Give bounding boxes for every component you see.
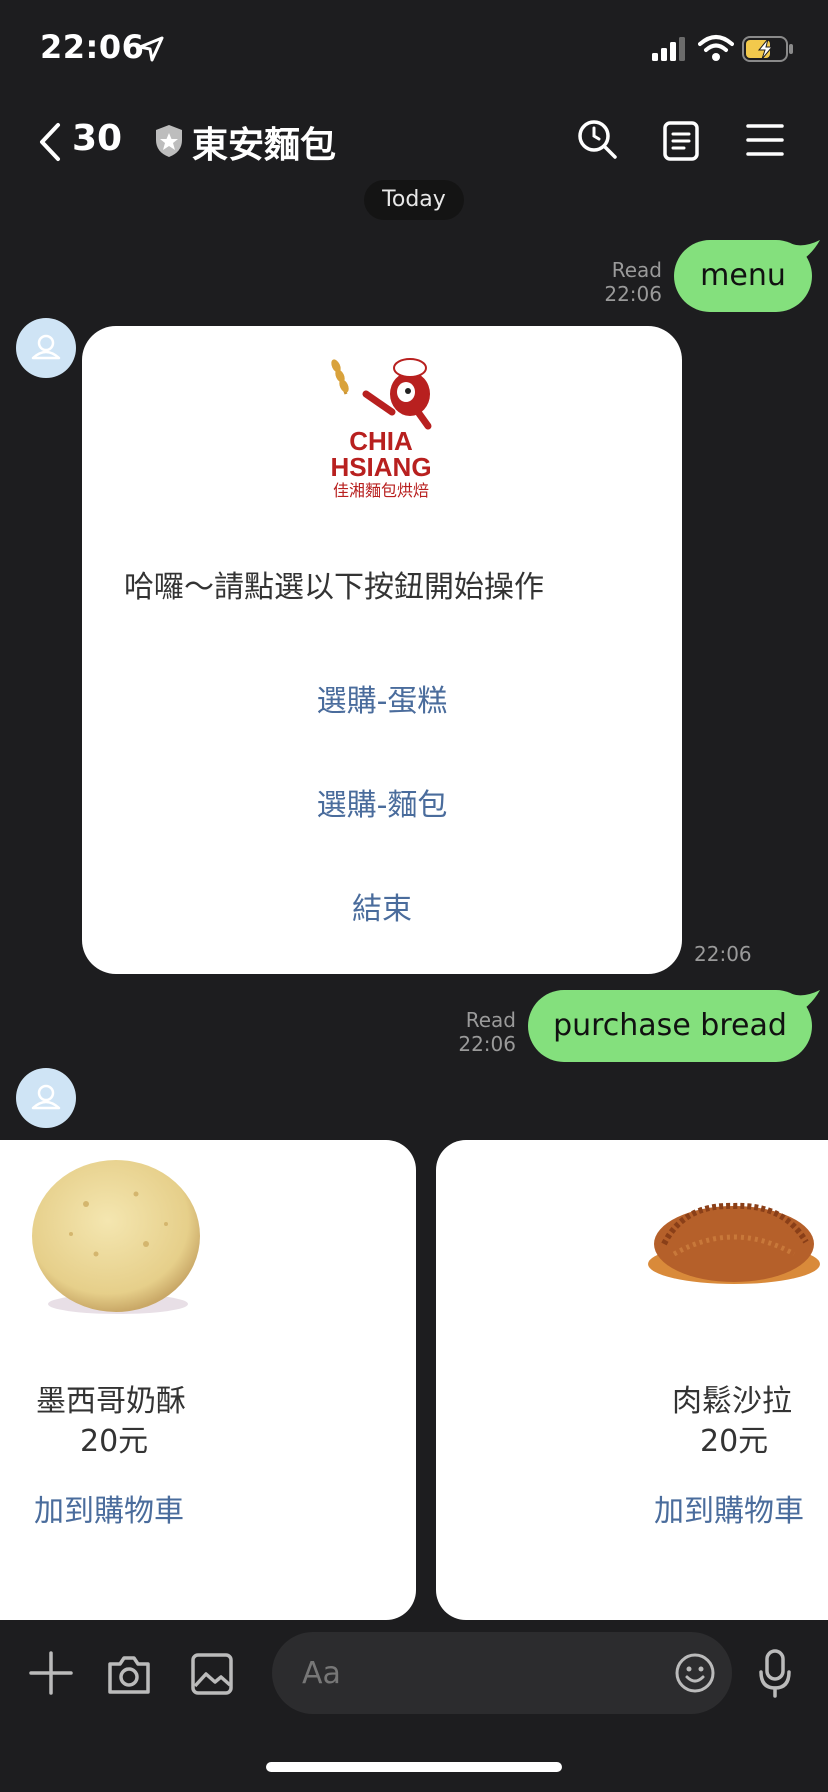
add-to-cart-button[interactable]: 加到購物車 — [34, 1486, 184, 1530]
menu-prompt: 哈囉～請點選以下按鈕開始操作 — [124, 570, 544, 605]
menu-card: CHIA HSIANG 佳湘麵包烘焙 哈囉～請點選以下按鈕開始操作 選購-蛋糕 … — [82, 326, 682, 974]
cellular-signal-icon — [652, 37, 685, 61]
hamburger-menu-icon[interactable] — [746, 122, 784, 158]
default-user-icon — [31, 1084, 61, 1110]
buy-cake-button[interactable]: 選購-蛋糕 — [82, 676, 682, 720]
bot-avatar[interactable] — [16, 318, 76, 378]
message-input[interactable] — [272, 1632, 732, 1714]
chat-title: 東安麵包 — [192, 125, 337, 166]
product-name: 墨西哥奶酥 — [36, 1384, 186, 1419]
image-icon[interactable] — [190, 1652, 234, 1696]
home-indicator[interactable] — [266, 1762, 562, 1772]
product-name: 肉鬆沙拉 — [672, 1384, 792, 1419]
message-text: purchase bread — [553, 1008, 787, 1043]
wifi-icon — [698, 35, 734, 61]
read-receipt: Read 22:06 — [454, 1008, 516, 1056]
product-card: 肉鬆沙拉 20元 加到購物車 — [436, 1140, 828, 1620]
logo-text-line2: HSIANG — [330, 452, 431, 482]
message-text: menu — [700, 258, 786, 293]
back-chevron-icon[interactable] — [36, 122, 64, 162]
bubble-tail — [792, 240, 820, 266]
product-price: 20元 — [80, 1424, 149, 1459]
notes-icon[interactable] — [662, 120, 700, 162]
sent-message-bubble[interactable]: purchase bread — [528, 990, 820, 1062]
read-receipt: Read 22:06 — [600, 258, 662, 306]
sent-message-bubble[interactable]: menu — [674, 240, 820, 312]
official-account-shield-icon — [156, 125, 182, 157]
pork-floss-bun-image — [648, 1202, 820, 1284]
status-time: 22:06 — [40, 28, 145, 66]
buy-bread-button[interactable]: 選購-麵包 — [82, 780, 682, 824]
end-button[interactable]: 結束 — [82, 884, 682, 928]
chia-hsiang-logo: CHIA HSIANG 佳湘麵包烘焙 — [330, 358, 432, 500]
product-card: 墨西哥奶酥 20元 加到購物車 — [0, 1140, 416, 1620]
logo-text-line3: 佳湘麵包烘焙 — [333, 481, 429, 500]
message-time: 22:06 — [458, 1032, 516, 1056]
mexican-bun-image — [32, 1160, 200, 1314]
unread-count[interactable]: 30 — [72, 118, 122, 159]
emoji-icon[interactable] — [674, 1652, 716, 1694]
microphone-icon[interactable] — [758, 1648, 792, 1698]
bot-avatar[interactable] — [16, 1068, 76, 1128]
battery-charging-icon — [742, 36, 793, 62]
plus-icon[interactable] — [28, 1650, 74, 1696]
message-time: 22:06 — [604, 282, 662, 306]
add-to-cart-button[interactable]: 加到購物車 — [654, 1486, 804, 1530]
date-separator: Today — [364, 180, 464, 220]
search-icon[interactable] — [576, 118, 618, 160]
camera-icon[interactable] — [106, 1652, 152, 1696]
default-user-icon — [31, 334, 61, 360]
product-price: 20元 — [700, 1424, 769, 1459]
bubble-tail — [792, 990, 820, 1016]
message-time: 22:06 — [694, 942, 752, 966]
read-label: Read — [611, 258, 662, 282]
location-arrow-icon — [138, 36, 164, 62]
read-label: Read — [465, 1008, 516, 1032]
